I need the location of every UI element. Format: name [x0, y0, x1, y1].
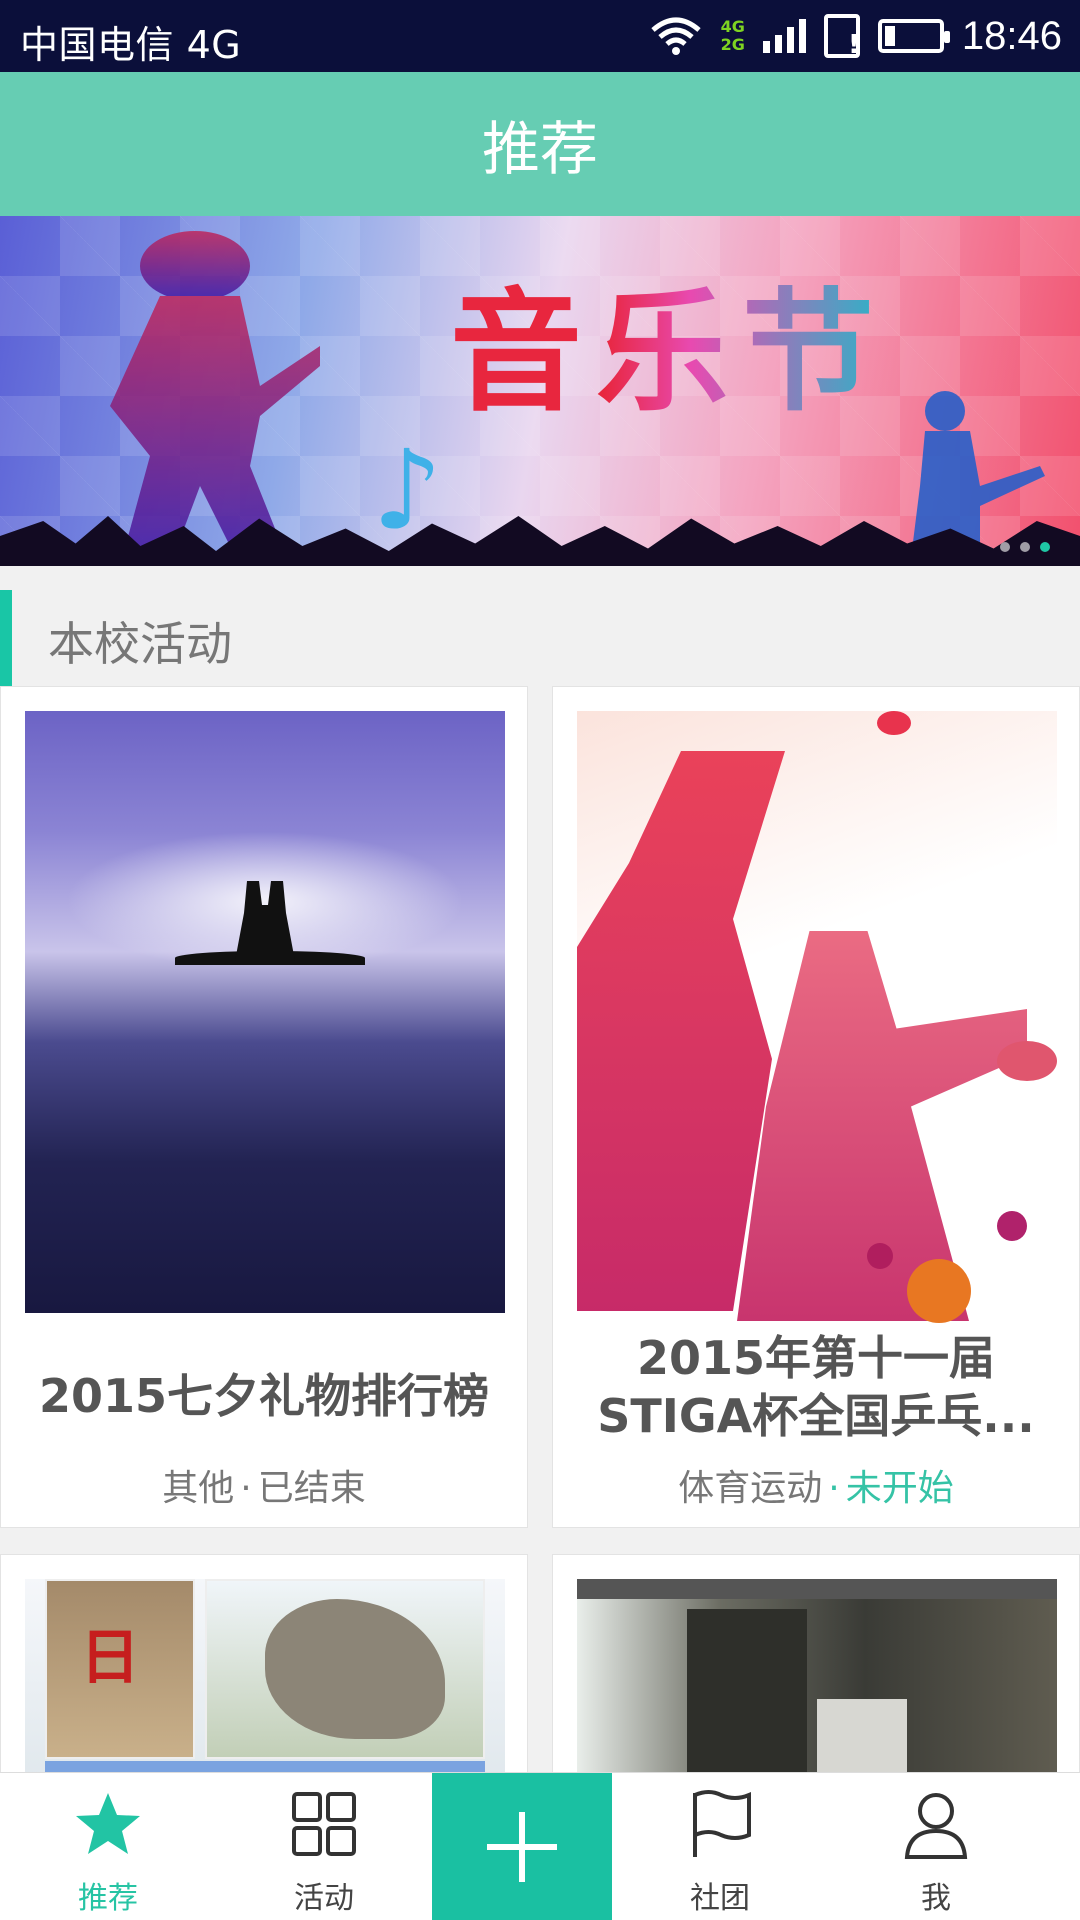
person-icon [904, 1793, 968, 1859]
section-accent-bar [0, 590, 12, 686]
status-icons: 4G 2G 18:46 [649, 10, 1062, 62]
nav-item-me[interactable]: 我 [828, 1773, 1044, 1920]
activity-category: 其他 [162, 1468, 235, 1509]
activity-category: 体育运动 [678, 1468, 823, 1509]
wifi-icon [650, 17, 701, 55]
activity-card[interactable] [552, 1554, 1080, 1794]
activity-title: 2015年第十一届STIGA杯全国乒乓... [597, 1331, 1035, 1443]
create-button[interactable] [432, 1773, 612, 1920]
activity-meta: 体育运动 · 未开始 [553, 1459, 1079, 1511]
guitarist-silhouette [110, 231, 320, 566]
section-title: 本校活动 [48, 617, 232, 671]
clock: 18:46 [961, 13, 1062, 58]
activity-card[interactable]: 2015年第十一届STIGA杯全国乒乓... 体育运动 · 未开始 [552, 686, 1080, 1528]
nav-label: 推荐 [78, 1881, 138, 1916]
nav-label: 我 [921, 1881, 951, 1916]
activity-status: 已结束 [257, 1468, 366, 1509]
activity-card[interactable]: 日 [0, 1554, 528, 1794]
activity-meta: 其他 · 已结束 [1, 1459, 527, 1511]
bottom-nav: 推荐 活动 社团 我 [0, 1772, 1080, 1920]
nav-label: 社团 [690, 1881, 750, 1916]
activity-status: 未开始 [845, 1468, 954, 1509]
battery-icon [877, 19, 950, 53]
nav-item-clubs[interactable]: 社团 [612, 1773, 828, 1920]
network-type-tags: 4G 2G [720, 17, 745, 54]
activity-cover-image [25, 711, 505, 1313]
banner-title: 音乐节 [450, 246, 888, 437]
section-header: 本校活动 [0, 590, 1080, 686]
status-bar: 中国电信 4G 4G 2G 18:46 [0, 0, 1080, 72]
nav-item-recommend[interactable]: 推荐 [0, 1773, 216, 1920]
signal-icon [762, 19, 806, 53]
activity-cover-image [577, 711, 1057, 1323]
top-bar: 推荐 [0, 72, 1080, 216]
carousel-dot [1000, 542, 1010, 552]
meta-separator: · [828, 1468, 840, 1509]
carousel-dot [1020, 542, 1030, 552]
activity-cover-image [577, 1579, 1057, 1793]
nav-item-activities[interactable]: 活动 [216, 1773, 432, 1920]
flag-icon [693, 1790, 751, 1857]
star-icon [76, 1793, 140, 1854]
carousel-indicator [1000, 542, 1050, 552]
carrier-label: 中国电信 4G [20, 23, 242, 67]
carousel-dot-active [1040, 542, 1050, 552]
meta-separator: · [240, 1468, 252, 1509]
nav-label: 活动 [294, 1881, 354, 1916]
banner-carousel[interactable]: ♪ 音乐节 [0, 216, 1080, 566]
grid-icon [292, 1792, 356, 1856]
activity-cover-image: 日 [25, 1579, 505, 1793]
plus-icon [487, 1812, 557, 1882]
page-title: 推荐 [481, 115, 598, 183]
activity-title: 2015七夕礼物排行榜 [38, 1369, 490, 1423]
sim-alert-icon [823, 14, 860, 60]
activity-card[interactable]: 2015七夕礼物排行榜 其他 · 已结束 [0, 686, 528, 1528]
